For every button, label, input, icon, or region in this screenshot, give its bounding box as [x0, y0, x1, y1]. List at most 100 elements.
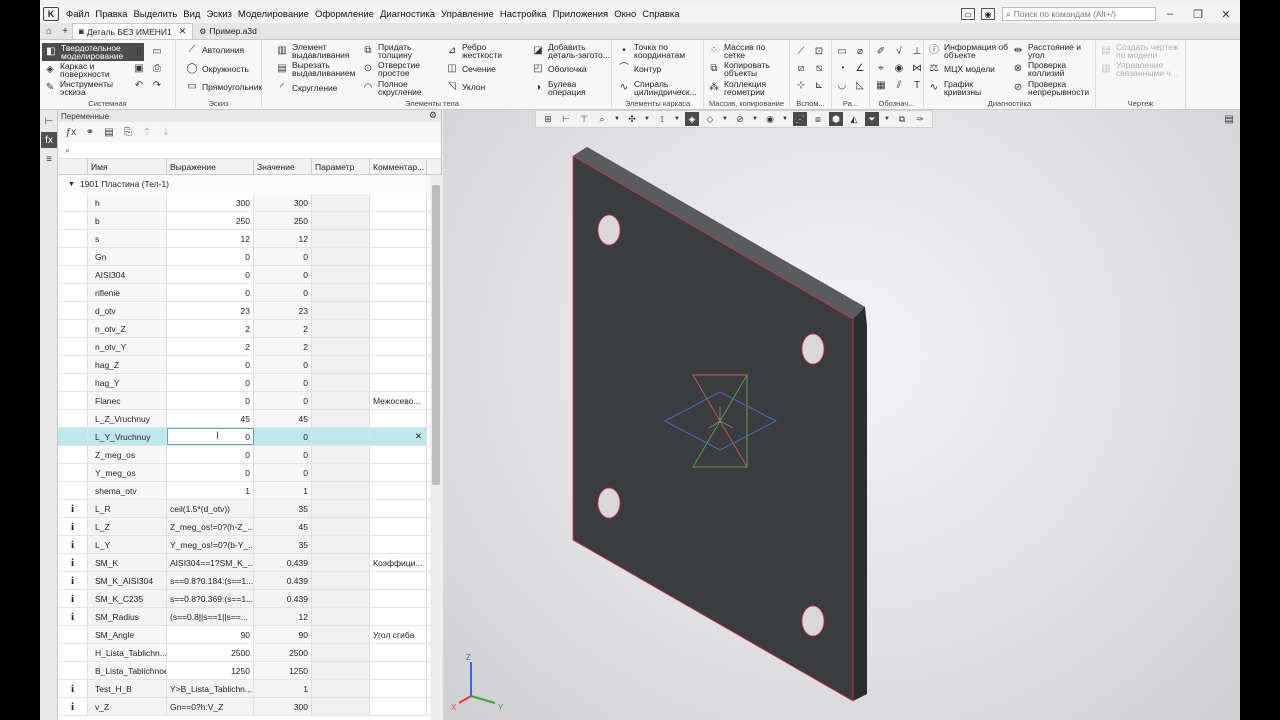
curvature-graph-button[interactable]: ∿ График кривизны	[928, 80, 994, 97]
object-info-button[interactable]: ⓘ Информация об объекте	[928, 43, 1014, 60]
text-icon[interactable]: T	[910, 78, 924, 92]
variable-name[interactable]: SM_K	[88, 554, 167, 571]
continuity-check-button[interactable]: ⊘ Проверка непрерывности	[1012, 80, 1098, 97]
collision-check-button[interactable]: ⊗ Проверка коллизий	[1012, 61, 1088, 78]
variable-comment[interactable]	[370, 500, 427, 517]
wireframe-surfaces-button[interactable]: ◈ Каркас и поверхности	[44, 62, 138, 79]
move-down-icon[interactable]: ⇣	[158, 124, 174, 140]
variable-parameter[interactable]	[312, 356, 370, 373]
section-view-icon[interactable]: ⧈	[811, 112, 825, 126]
save-icon[interactable]: ▣	[132, 61, 146, 75]
zoom-icon[interactable]: ⌕	[595, 112, 609, 126]
variable-parameter[interactable]	[312, 230, 370, 247]
eyedropper-icon[interactable]: ✑	[913, 112, 927, 126]
header-comment[interactable]: Комментар...	[370, 159, 427, 174]
menu-edit[interactable]: Правка	[92, 9, 130, 20]
variable-comment[interactable]	[370, 212, 427, 229]
variable-parameter[interactable]	[312, 284, 370, 301]
variable-parameter[interactable]	[312, 194, 370, 211]
variable-parameter[interactable]	[312, 266, 370, 283]
menu-sketch[interactable]: Эскиз	[203, 9, 234, 20]
table-row[interactable]: Gn 0 0	[58, 248, 430, 266]
draft-button[interactable]: ◹ Уклон	[446, 81, 485, 93]
variable-name[interactable]: v_Z	[88, 698, 167, 715]
mass-properties-button[interactable]: ⚖ МЦХ модели	[928, 63, 995, 75]
mounting-hole[interactable]	[597, 214, 621, 246]
chevron-down-icon[interactable]: ▼	[721, 112, 729, 126]
contour-button[interactable]: ⌒ Контур	[618, 63, 661, 75]
variable-expression[interactable]: 45	[167, 410, 254, 427]
variable-name[interactable]: SM_K_AISI304	[88, 572, 167, 589]
variable-expression[interactable]: 1	[167, 482, 254, 499]
orient-icon[interactable]: ⊞	[541, 112, 555, 126]
section-line-icon[interactable]: ⫽	[892, 78, 906, 92]
pan-icon[interactable]: ✣	[625, 112, 639, 126]
variable-name[interactable]: SM_Angle	[88, 626, 167, 643]
thicken-button[interactable]: ⧉ Придать толщину	[362, 43, 424, 60]
variable-expression[interactable]: 2	[167, 338, 254, 355]
variable-parameter[interactable]	[312, 374, 370, 391]
variable-name[interactable]: L_Z_Vruchnuy	[88, 410, 167, 427]
undo-icon[interactable]: ↶	[132, 78, 146, 92]
table-row[interactable]: i SM_K AISI304==1?SM_K_... 0.439 Коэффици...	[58, 554, 430, 572]
variable-parameter[interactable]	[312, 500, 370, 517]
variable-name[interactable]: SM_Radius	[88, 608, 167, 625]
chevron-down-icon[interactable]: ▼	[883, 112, 891, 126]
axis-icon[interactable]: ⟋	[794, 44, 808, 58]
variable-comment[interactable]	[370, 518, 427, 535]
variable-expression[interactable]: 0	[167, 392, 254, 409]
variable-parameter[interactable]	[312, 392, 370, 409]
model-tree-icon[interactable]: ⊢	[41, 113, 57, 129]
variable-expression[interactable]: 2500	[167, 644, 254, 661]
variable-expression[interactable]: (s==0.8||s==1||s==...	[167, 608, 254, 625]
variable-comment[interactable]	[370, 338, 427, 355]
chevron-down-icon[interactable]: ▼	[643, 112, 651, 126]
menu-management[interactable]: Управление	[438, 9, 497, 20]
boolean-button[interactable]: ◑ Булева операция	[532, 80, 596, 97]
table-row[interactable]: d_otv 23 23	[58, 302, 430, 320]
circle-button[interactable]: ◯ Окружность	[186, 63, 249, 75]
app-logo-icon[interactable]: K	[43, 7, 59, 21]
minimize-icon[interactable]: –	[1156, 8, 1184, 20]
variable-comment[interactable]	[370, 482, 427, 499]
model-tree-view-icon[interactable]: ⊢	[559, 112, 573, 126]
chamfer-size-icon[interactable]: ◺	[853, 78, 867, 92]
variable-comment[interactable]	[370, 572, 427, 589]
tab-document-example[interactable]: ⚙ Пример.a3d	[193, 23, 263, 39]
chevron-down-icon[interactable]: ▼	[613, 112, 621, 126]
menu-formatting[interactable]: Оформление	[312, 9, 377, 20]
variable-comment[interactable]	[370, 410, 427, 427]
3d-viewport[interactable]: Z X Y ⊞ ⊢ ⊤ ⌕ ▼ ✣ ▼ ⟟ ▼ ◈ ◇ ▼ ⊘ ▼ ◉ ▼ ⋰ …	[443, 110, 1240, 720]
menu-icon[interactable]: ≡	[41, 151, 57, 167]
variable-expression[interactable]: Y>B_Lista_Tablichn...	[167, 680, 254, 697]
chevron-down-icon[interactable]: ▼	[673, 112, 681, 126]
variable-name[interactable]: b	[88, 212, 167, 229]
perspective-icon[interactable]: ⬢	[829, 112, 843, 126]
section-button[interactable]: ◫ Сечение	[446, 63, 496, 75]
link-icon[interactable]: ⚭	[82, 124, 98, 140]
close-window-icon[interactable]: ✕	[1212, 8, 1240, 21]
variable-name[interactable]: L_Y_Vruchnuy	[88, 428, 167, 445]
variable-parameter[interactable]	[312, 338, 370, 355]
home-icon[interactable]: ⌂	[40, 23, 58, 39]
variable-parameter[interactable]	[312, 428, 370, 445]
leader-icon[interactable]: ✐	[874, 44, 888, 58]
tree-layout-icon[interactable]: ⊤	[577, 112, 591, 126]
variable-expression[interactable]: 12	[167, 230, 254, 247]
variable-name[interactable]: H_Lista_Tablichn...	[88, 644, 167, 661]
panel-toggle-icon[interactable]: ▤	[1222, 112, 1236, 126]
restore-icon[interactable]: ❐	[1184, 8, 1212, 21]
variable-comment[interactable]	[370, 680, 427, 697]
helix-button[interactable]: ∿ Спираль цилиндрическ...	[618, 80, 706, 97]
variable-parameter[interactable]	[312, 698, 370, 715]
variable-parameter[interactable]	[312, 482, 370, 499]
chevron-down-icon[interactable]: ▼	[751, 112, 759, 126]
header-expression[interactable]: Выражение	[167, 159, 254, 174]
create-drawing-button[interactable]: ▤ Создать чертеж по модели	[1100, 43, 1186, 60]
variable-name[interactable]: L_Z	[88, 518, 167, 535]
table-row[interactable]: H_Lista_Tablichn... 2500 2500	[58, 644, 430, 662]
redo-icon[interactable]: ↷	[150, 78, 164, 92]
full-fillet-button[interactable]: ◠ Полное скругление	[362, 80, 428, 97]
variable-expression[interactable]: 0	[167, 446, 254, 463]
manage-linked-drawings-button[interactable]: ▥ Управление связанными ч...	[1100, 61, 1186, 78]
